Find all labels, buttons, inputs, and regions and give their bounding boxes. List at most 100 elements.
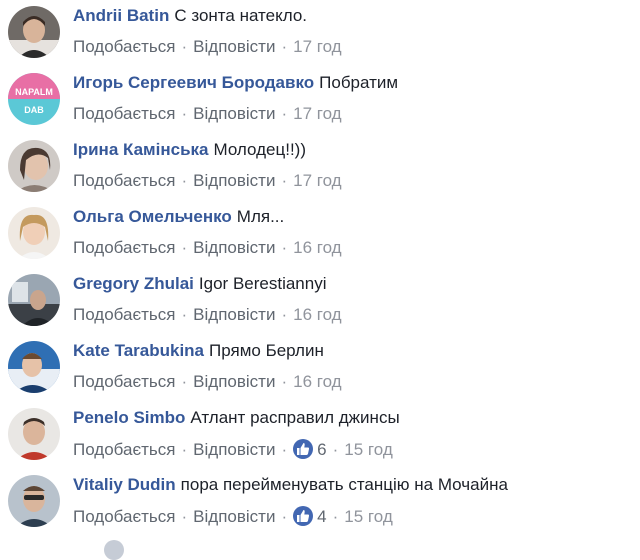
comment-time[interactable]: 15 год — [344, 507, 392, 526]
napalm-dab-logo-icon: NAPALM DAB — [8, 73, 60, 125]
reply-link[interactable]: Відповісти — [193, 372, 275, 391]
separator-dot: · — [181, 171, 188, 190]
comment-list: Andrii Batin С зонта натекло. Подобається… — [0, 0, 640, 560]
comment-time[interactable]: 15 год — [344, 440, 392, 459]
comment-item: Andrii Batin С зонта натекло. Подобається… — [0, 0, 640, 67]
avatar[interactable] — [104, 540, 124, 560]
user-photo-icon — [8, 207, 60, 259]
comment-meta: Подобається · Відповісти · 17 год — [73, 37, 342, 57]
separator-dot: · — [181, 372, 188, 391]
like-link[interactable]: Подобається — [73, 372, 176, 391]
comment-item: Kate Tarabukina Прямо Берлин Подобається ·… — [0, 335, 640, 402]
comment-body: Ірина Камінська Молодец!!)) — [73, 140, 306, 160]
like-link[interactable]: Подобається — [73, 37, 176, 56]
reply-link[interactable]: Відповісти — [193, 305, 275, 324]
reply-link[interactable]: Відповісти — [193, 440, 275, 459]
separator-dot: · — [332, 507, 339, 526]
comment-text: Молодец!!)) — [213, 140, 306, 159]
like-link[interactable]: Подобається — [73, 440, 176, 459]
reply-link[interactable]: Відповісти — [193, 37, 275, 56]
comment-text: Побратим — [319, 73, 399, 92]
comment-body: Gregory Zhulai Igor Berestiannyi — [73, 274, 327, 294]
avatar-logo-text: DAB — [24, 105, 44, 115]
separator-dot: · — [281, 372, 288, 391]
comment-item: Ірина Камінська Молодец!!)) Подобається · В… — [0, 134, 640, 201]
comment-body: Kate Tarabukina Прямо Берлин — [73, 341, 324, 361]
user-photo-icon — [8, 408, 60, 460]
thumbs-up-icon[interactable] — [293, 439, 314, 459]
comment-time[interactable]: 16 год — [293, 305, 341, 324]
comment-author[interactable]: Gregory Zhulai — [73, 274, 194, 293]
comment-text: Мля... — [236, 207, 285, 226]
avatar-logo-text: NAPALM — [15, 87, 53, 97]
separator-dot: · — [281, 305, 288, 324]
comment-meta: Подобається · Відповісти · 16 год — [73, 238, 342, 258]
comment-item: Vitaliy Dudin пора перейменувать станцію … — [0, 469, 640, 536]
avatar[interactable] — [8, 475, 60, 527]
comment-body: Andrii Batin С зонта натекло. — [73, 6, 307, 26]
user-photo-icon — [8, 475, 60, 527]
avatar[interactable] — [8, 6, 60, 58]
reply-link[interactable]: Відповісти — [193, 171, 275, 190]
reply-link[interactable]: Відповісти — [193, 104, 275, 123]
comment-text: пора перейменувать станцію на Мочайна — [180, 475, 508, 494]
separator-dot: · — [181, 238, 188, 257]
separator-dot: · — [181, 104, 188, 123]
comment-meta: Подобається · Відповісти · 17 год — [73, 104, 342, 124]
like-link[interactable]: Подобається — [73, 507, 176, 526]
comment-author[interactable]: Vitaliy Dudin — [73, 475, 176, 494]
comment-item: Gregory Zhulai Igor Berestiannyi Подобаєт… — [0, 268, 640, 335]
separator-dot: · — [181, 440, 188, 459]
comment-time[interactable]: 17 год — [293, 104, 341, 123]
reply-link[interactable]: Відповісти — [193, 507, 275, 526]
comment-text: Igor Berestiannyi — [198, 274, 327, 293]
comment-author[interactable]: Игорь Сергеевич Бородавко — [73, 73, 314, 92]
comment-text: Прямо Берлин — [209, 341, 324, 360]
comment-meta: Подобається · Відповісти · 16 год — [73, 372, 342, 392]
comment-time[interactable]: 17 год — [293, 37, 341, 56]
comment-time[interactable]: 17 год — [293, 171, 341, 190]
comment-author[interactable]: Andrii Batin — [73, 6, 169, 25]
comment-meta: Подобається · Відповісти · 4 · 15 год — [73, 506, 393, 527]
separator-dot: · — [181, 305, 188, 324]
thumbs-up-icon[interactable] — [293, 506, 314, 526]
separator-dot: · — [281, 238, 288, 257]
comment-time[interactable]: 16 год — [293, 238, 341, 257]
reply-link[interactable]: Відповісти — [193, 238, 275, 257]
like-link[interactable]: Подобається — [73, 238, 176, 257]
avatar[interactable] — [8, 140, 60, 192]
comment-author[interactable]: Ольга Омельченко — [73, 207, 232, 226]
comment-time[interactable]: 16 год — [293, 372, 341, 391]
comment-meta: Подобається · Відповісти · 16 год — [73, 305, 342, 325]
separator-dot: · — [332, 440, 339, 459]
separator-dot: · — [281, 37, 288, 56]
user-photo-icon — [8, 6, 60, 58]
comment-meta: Подобається · Відповісти · 17 год — [73, 171, 342, 191]
separator-dot: · — [181, 507, 188, 526]
user-photo-icon — [8, 341, 60, 393]
comment-author[interactable]: Penelo Simbo — [73, 408, 185, 427]
comment-meta: Подобається · Відповісти · 6 · 15 год — [73, 439, 393, 460]
avatar[interactable] — [8, 408, 60, 460]
like-link[interactable]: Подобається — [73, 171, 176, 190]
separator-dot: · — [281, 104, 288, 123]
reaction-count[interactable]: 6 — [317, 440, 326, 459]
user-photo-icon — [8, 140, 60, 192]
avatar[interactable] — [8, 341, 60, 393]
like-link[interactable]: Подобається — [73, 104, 176, 123]
comment-body: Ольга Омельченко Мля... — [73, 207, 284, 227]
comment-item: Ольга Омельченко Мля... Подобається · Відпо… — [0, 201, 640, 268]
user-photo-icon — [8, 274, 60, 326]
avatar[interactable] — [8, 207, 60, 259]
comment-item: NAPALM DAB Игорь Сергеевич Бородавко Побр… — [0, 67, 640, 134]
avatar[interactable]: NAPALM DAB — [8, 73, 60, 125]
comment-author[interactable]: Ірина Камінська — [73, 140, 208, 159]
comment-author[interactable]: Kate Tarabukina — [73, 341, 204, 360]
comment-text: С зонта натекло. — [174, 6, 307, 25]
separator-dot: · — [281, 507, 288, 526]
comment-body: Игорь Сергеевич Бородавко Побратим — [73, 73, 398, 93]
like-link[interactable]: Подобається — [73, 305, 176, 324]
reaction-count[interactable]: 4 — [317, 507, 326, 526]
avatar[interactable] — [8, 274, 60, 326]
comment-item: Penelo Simbo Атлант расправил джинсы Подо… — [0, 402, 640, 469]
